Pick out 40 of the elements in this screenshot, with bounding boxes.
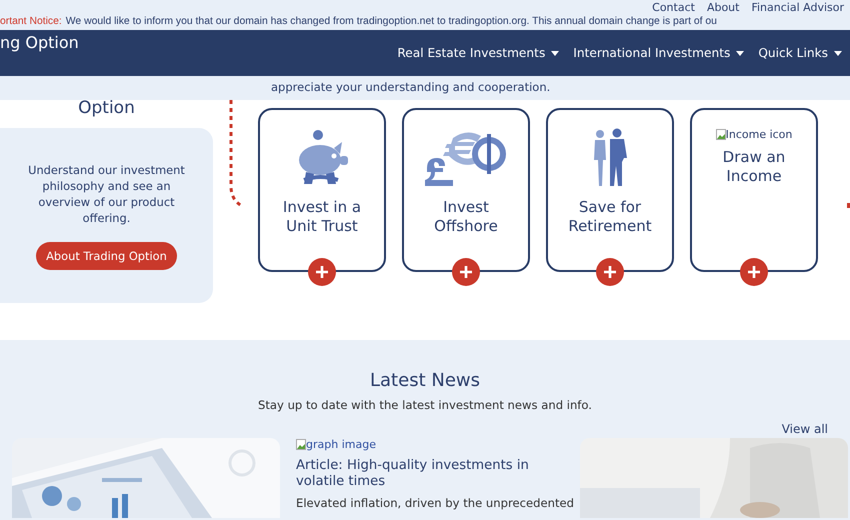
broken-image-icon [296,439,306,450]
nav-menu-item[interactable]: Quick Links [758,46,842,60]
broken-image-icon [716,129,726,140]
top-link[interactable]: Contact [652,1,695,14]
intro-text: Understand our investment philosophy and see an overview of our product offering. [27,162,186,226]
section-heading: Option [78,98,135,118]
notice-text: appreciate your understanding and cooperation. [271,80,550,94]
plus-icon [460,266,472,278]
product-card[interactable]: Save for Retirement [546,108,674,272]
product-title: Draw an Income [722,148,786,186]
notice-text: We would like to inform you that our domain has changed from tradingoption.net to tradingoption.org. This annual domain change is part of ou [66,16,717,27]
plus-button[interactable] [452,258,480,286]
product-title: Invest Offshore [433,198,499,236]
plus-icon [316,266,328,278]
product-card[interactable]: Invest Offshore [402,108,530,272]
section-heading: Latest News [370,370,480,392]
plus-button[interactable] [596,258,624,286]
article-excerpt: Elevated inflation, driven by the unprecedented [296,496,574,510]
product-title: Save for Retirement [567,198,653,236]
product-card[interactable]: Invest in a Unit Trust [258,108,386,272]
plus-icon [604,266,616,278]
top-link[interactable]: Financial Advisor [751,1,844,14]
notice-label: ortant Notice: [0,16,62,27]
plus-button[interactable] [308,258,336,286]
view-all-link[interactable]: View all [782,422,828,436]
top-link[interactable]: About [706,1,740,14]
plus-button[interactable] [740,258,768,286]
caret-icon [551,50,560,56]
caret-icon [736,50,744,56]
about-button[interactable]: About Trading Option [36,242,177,270]
plus-icon [748,266,760,278]
broken-image-label: Income icon [716,128,792,141]
brand-name[interactable]: ng Option [0,30,79,52]
section-subtitle: Stay up to date with the latest investment news and info. [258,398,592,412]
caret-icon [834,50,842,56]
broken-image-label: graph image [296,438,376,451]
nav-menu-item[interactable]: International Investments [573,46,744,60]
article-title[interactable]: Article: High-quality investments in volatile times [296,458,564,490]
nav-menu-item[interactable]: Real Estate Investments [397,46,560,60]
product-title: Invest in a Unit Trust [282,198,362,236]
